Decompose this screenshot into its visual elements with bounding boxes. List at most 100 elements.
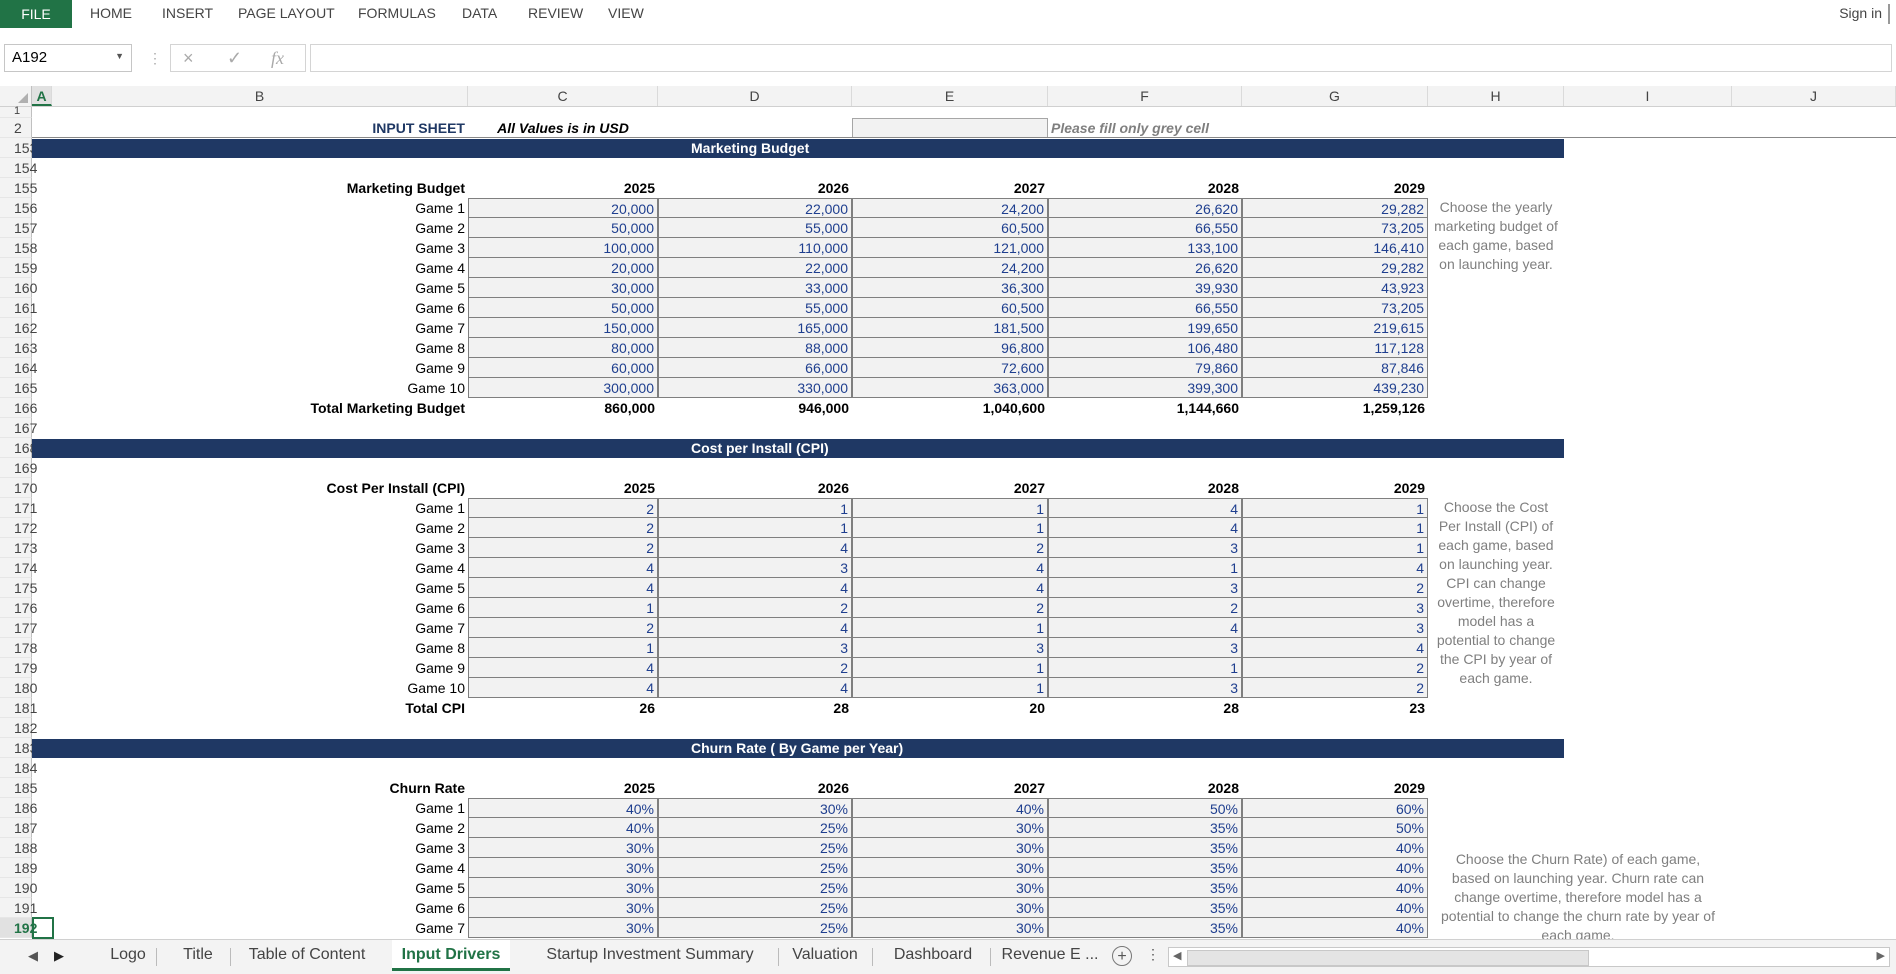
input-cell[interactable]: 88,000: [658, 338, 852, 358]
input-cell[interactable]: 30%: [852, 818, 1048, 838]
input-cell[interactable]: 33,000: [658, 278, 852, 298]
add-sheet-icon[interactable]: +: [1112, 946, 1132, 966]
sheet-tab-valuation[interactable]: Valuation: [782, 940, 868, 970]
scrollbar-thumb[interactable]: [1187, 950, 1589, 966]
tab-formulas[interactable]: FORMULAS: [358, 0, 436, 28]
input-cell[interactable]: 79,860: [1048, 358, 1242, 378]
input-cell[interactable]: 1: [1048, 658, 1242, 678]
input-cell[interactable]: 1: [658, 518, 852, 538]
input-cell[interactable]: 1: [468, 638, 658, 658]
input-cell[interactable]: 4: [1242, 558, 1428, 578]
input-cell[interactable]: 87,846: [1242, 358, 1428, 378]
input-cell[interactable]: 40%: [468, 818, 658, 838]
sheet-tab-revenue-e[interactable]: Revenue E ...: [996, 940, 1104, 970]
next-sheet-icon[interactable]: ▶: [54, 948, 64, 964]
input-cell[interactable]: 73,205: [1242, 218, 1428, 238]
input-cell[interactable]: 25%: [658, 898, 852, 918]
input-cell[interactable]: 60,500: [852, 298, 1048, 318]
input-cell[interactable]: 4: [658, 678, 852, 698]
input-cell[interactable]: 1: [1242, 538, 1428, 558]
row-header[interactable]: 192: [0, 918, 37, 938]
input-cell[interactable]: 150,000: [468, 318, 658, 338]
row-header[interactable]: 185: [0, 778, 37, 798]
input-cell[interactable]: 30%: [852, 838, 1048, 858]
column-header-d[interactable]: D: [658, 86, 852, 106]
column-header-a[interactable]: A: [32, 86, 52, 106]
input-cell[interactable]: 1: [852, 658, 1048, 678]
column-header-j[interactable]: J: [1732, 86, 1896, 106]
input-cell[interactable]: 20,000: [468, 198, 658, 218]
input-cell[interactable]: 30%: [852, 918, 1048, 938]
input-cell[interactable]: 25%: [658, 858, 852, 878]
row-header[interactable]: 2: [0, 118, 32, 138]
row-header[interactable]: 154: [0, 158, 37, 178]
input-cell[interactable]: 40%: [1242, 898, 1428, 918]
input-cell[interactable]: 199,650: [1048, 318, 1242, 338]
input-cell[interactable]: 4: [1048, 498, 1242, 518]
row-header[interactable]: 172: [0, 518, 37, 538]
tab-review[interactable]: REVIEW: [528, 0, 583, 28]
input-cell[interactable]: 3: [1242, 618, 1428, 638]
row-header[interactable]: 178: [0, 638, 37, 658]
input-cell[interactable]: 20,000: [468, 258, 658, 278]
input-cell[interactable]: 25%: [658, 818, 852, 838]
prev-sheet-icon[interactable]: ◀: [28, 948, 38, 964]
row-header[interactable]: 162: [0, 318, 37, 338]
row-header[interactable]: 179: [0, 658, 37, 678]
input-cell[interactable]: 24,200: [852, 198, 1048, 218]
sheet-tab-startup-investment-summary[interactable]: Startup Investment Summary: [526, 940, 774, 970]
input-cell[interactable]: 2: [852, 538, 1048, 558]
input-cell[interactable]: 1: [1048, 558, 1242, 578]
row-header[interactable]: 184: [0, 758, 37, 778]
input-cell[interactable]: 3: [1242, 598, 1428, 618]
input-cell[interactable]: 22,000: [658, 258, 852, 278]
file-tab[interactable]: FILE: [0, 0, 72, 28]
input-cell[interactable]: 100,000: [468, 238, 658, 258]
input-cell[interactable]: 40%: [1242, 918, 1428, 938]
input-cell[interactable]: 60,500: [852, 218, 1048, 238]
input-cell[interactable]: 3: [1048, 638, 1242, 658]
input-cell[interactable]: 1: [852, 678, 1048, 698]
tab-insert[interactable]: INSERT: [162, 0, 213, 28]
row-header[interactable]: 166: [0, 398, 37, 418]
row-header[interactable]: 158: [0, 238, 37, 258]
row-header[interactable]: 156: [0, 198, 37, 218]
input-cell[interactable]: 30%: [852, 898, 1048, 918]
input-cell[interactable]: 40%: [468, 798, 658, 818]
input-cell[interactable]: 2: [1242, 578, 1428, 598]
input-cell[interactable]: 1: [1242, 518, 1428, 538]
chevron-down-icon[interactable]: ▼: [115, 51, 124, 61]
input-cell[interactable]: 106,480: [1048, 338, 1242, 358]
input-cell[interactable]: 29,282: [1242, 198, 1428, 218]
input-cell[interactable]: 35%: [1048, 858, 1242, 878]
input-cell[interactable]: 165,000: [658, 318, 852, 338]
row-header[interactable]: 175: [0, 578, 37, 598]
input-cell[interactable]: 2: [468, 498, 658, 518]
row-header[interactable]: 169: [0, 458, 37, 478]
row-header[interactable]: 189: [0, 858, 37, 878]
input-cell[interactable]: 2: [658, 598, 852, 618]
input-cell[interactable]: 30%: [852, 858, 1048, 878]
input-cell[interactable]: 399,300: [1048, 378, 1242, 398]
row-header[interactable]: 167: [0, 418, 37, 438]
tab-data[interactable]: DATA: [462, 0, 497, 28]
input-cell[interactable]: 363,000: [852, 378, 1048, 398]
input-cell[interactable]: 4: [658, 618, 852, 638]
input-cell[interactable]: 439,230: [1242, 378, 1428, 398]
input-cell[interactable]: 30%: [658, 798, 852, 818]
input-cell[interactable]: 2: [468, 538, 658, 558]
row-header[interactable]: 182: [0, 718, 37, 738]
row-header[interactable]: 176: [0, 598, 37, 618]
row-header[interactable]: 191: [0, 898, 37, 918]
input-cell[interactable]: 4: [468, 658, 658, 678]
input-cell[interactable]: 50%: [1242, 818, 1428, 838]
input-cell[interactable]: 30%: [468, 838, 658, 858]
row-header[interactable]: 165: [0, 378, 37, 398]
input-cell[interactable]: 35%: [1048, 918, 1242, 938]
input-cell[interactable]: 121,000: [852, 238, 1048, 258]
input-cell[interactable]: 50%: [1048, 798, 1242, 818]
sheet-tab-input-drivers[interactable]: Input Drivers: [392, 940, 510, 971]
column-header-i[interactable]: I: [1564, 86, 1732, 106]
input-cell[interactable]: 2: [1242, 658, 1428, 678]
input-cell[interactable]: 73,205: [1242, 298, 1428, 318]
